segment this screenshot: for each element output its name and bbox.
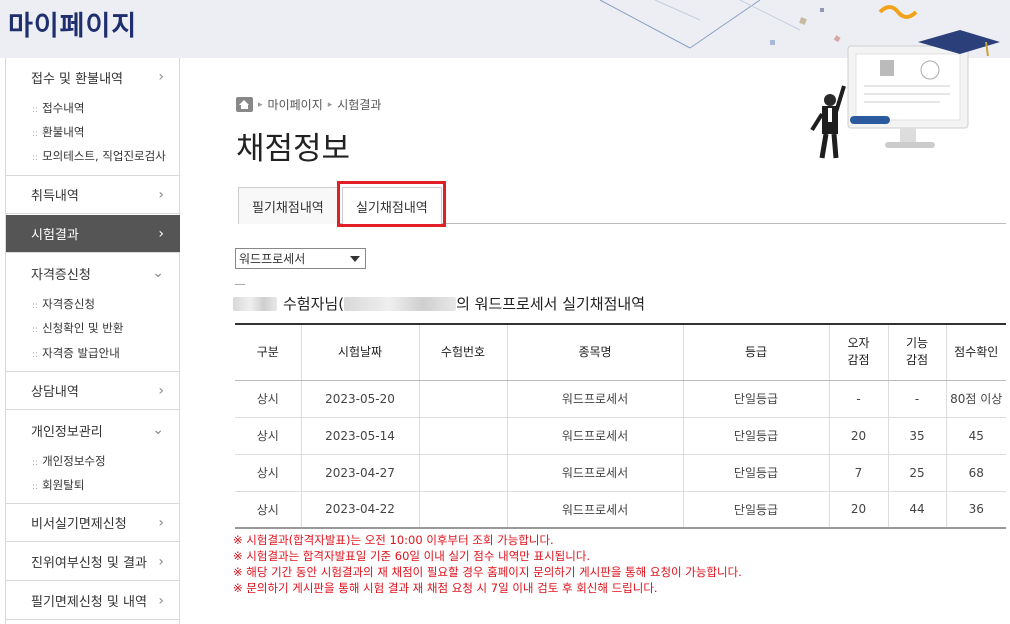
cell-function-deduction: 25: [887, 454, 946, 492]
table-row: 상시 2023-04-22 워드프로세서 단일등급 20 44 36: [235, 491, 1006, 529]
cell-type: 상시: [235, 380, 301, 418]
tab-practical-scores[interactable]: 실기채점내역: [342, 187, 442, 225]
cell-subject: 워드프로세서: [506, 491, 683, 529]
cell-date: 2023-04-27: [300, 454, 419, 492]
sidebar-item-exam-results[interactable]: 시험결과 ›: [6, 215, 180, 253]
home-icon[interactable]: [236, 97, 253, 112]
graduate-illustration: [810, 30, 1000, 159]
tab-label: 실기채점내역: [356, 201, 428, 216]
column-header: 시험날짜: [300, 323, 419, 381]
cell-date: 2023-05-14: [300, 417, 419, 455]
cell-typo-deduction: 7: [828, 454, 888, 492]
breadcrumb-item[interactable]: 시험결과: [337, 96, 381, 113]
candidate-heading-suffix: 의 워드프로세서 실기채점내역: [456, 295, 645, 313]
chevron-right-icon: ›: [158, 225, 164, 242]
cell-function-deduction: -: [887, 380, 946, 418]
cell-subject: 워드프로세서: [506, 380, 683, 418]
cell-typo-deduction: -: [828, 380, 888, 418]
sidebar-item-label: 취득내역: [31, 189, 79, 204]
results-table: 구분 시험날짜 수험번호 종목명 등급 오자 감점 기능 감점 점수확인 상시 …: [235, 323, 1006, 529]
result-tabs: 필기채점내역 실기채점내역: [238, 187, 1006, 225]
cell-grade: 단일등급: [682, 380, 829, 418]
column-header: 구분: [235, 323, 301, 381]
notice-list: ※ 시험결과(합격자발표)는 오전 10:00 이후부터 조회 가능합니다. ※…: [233, 532, 742, 596]
sidebar-divider: [6, 254, 180, 372]
cell-subject: 워드프로세서: [506, 417, 683, 455]
breadcrumb: ▸ 마이페이지 ▸ 시험결과: [236, 96, 381, 113]
cell-exam-number: [418, 454, 507, 492]
notice-item: ※ 문의하기 게시판을 통해 시험 결과 재 채점 요청 시 7일 이내 검토 …: [233, 581, 658, 595]
cell-date: 2023-04-22: [300, 491, 419, 529]
divider: [235, 284, 245, 285]
sidebar-item-secretary-exemption[interactable]: 비서실기면제신청 ›: [6, 504, 180, 542]
page-title: 채점정보: [236, 131, 351, 167]
candidate-heading-label: 수험자님(: [283, 295, 345, 313]
cell-grade: 단일등급: [682, 417, 829, 455]
cell-subject: 워드프로세서: [506, 454, 683, 492]
sidebar-item-label: 상담내역: [31, 385, 79, 400]
breadcrumb-separator-icon: ▸: [258, 99, 263, 110]
column-header: 등급: [682, 323, 829, 381]
breadcrumb-item[interactable]: 마이페이지: [268, 96, 323, 113]
column-header: 수험번호: [418, 323, 507, 381]
sidebar-item-authenticity[interactable]: 진위여부신청 및 결과 ›: [6, 543, 180, 581]
chevron-right-icon: ›: [158, 186, 164, 203]
sidebar-item-label: 비서실기면제신청: [31, 517, 127, 532]
sidebar: 접수 및 환불내역 › :: 접수내역 :: 환불내역 :: 모의테스트, 직업진로검…: [5, 58, 180, 624]
cell-exam-number: [418, 417, 507, 455]
sidebar-divider: [6, 58, 180, 176]
subject-select-value: 워드프로세서: [239, 252, 306, 266]
cell-score: 68: [945, 454, 1006, 492]
notice-item: ※ 시험결과(합격자발표)는 오전 10:00 이후부터 조회 가능합니다.: [233, 533, 554, 547]
dropdown-arrow-icon: [350, 256, 360, 262]
chevron-right-icon: ›: [158, 382, 164, 399]
sidebar-divider: [6, 411, 180, 504]
cell-type: 상시: [235, 454, 301, 492]
page-header-title: 마이페이지: [8, 11, 138, 42]
cell-function-deduction: 35: [887, 417, 946, 455]
breadcrumb-separator-icon: ▸: [327, 99, 333, 110]
cell-score: 45: [945, 417, 1006, 455]
chevron-right-icon: ›: [158, 592, 164, 609]
sidebar-item-label: 필기면제신청 및 내역: [31, 595, 147, 610]
chevron-right-icon: ›: [158, 553, 164, 570]
redacted-id: [344, 296, 457, 311]
notice-item: ※ 시험결과는 합격자발표일 기준 60일 이내 실기 점수 내역만 표시됩니다…: [233, 549, 591, 563]
cell-function-deduction: 44: [887, 491, 946, 529]
candidate-heading: 수험자님( 의 워드프로세서 실기채점내역: [233, 293, 645, 314]
sidebar-item-label: 진위여부신청 및 결과: [31, 556, 147, 571]
sidebar-item-label: 시험결과: [31, 228, 79, 243]
cell-grade: 단일등급: [682, 454, 829, 492]
table-row: 상시 2023-05-20 워드프로세서 단일등급 - - 80점 이상: [235, 380, 1006, 418]
column-header: 점수확인: [945, 323, 1006, 381]
cell-type: 상시: [235, 417, 301, 455]
cell-exam-number: [418, 380, 507, 418]
table-header-row: 구분 시험날짜 수험번호 종목명 등급 오자 감점 기능 감점 점수확인: [235, 323, 1006, 381]
cell-exam-number: [418, 491, 507, 529]
column-header: 기능 감점: [887, 323, 946, 381]
cell-grade: 단일등급: [682, 491, 829, 529]
cell-typo-deduction: 20: [828, 417, 888, 455]
tab-written-scores[interactable]: 필기채점내역: [238, 187, 338, 224]
sidebar-item-consultation[interactable]: 상담내역 ›: [6, 372, 180, 410]
cell-score: 36: [945, 491, 1006, 529]
cell-typo-deduction: 20: [828, 491, 888, 529]
table-row: 상시 2023-04-27 워드프로세서 단일등급 7 25 68: [235, 454, 1006, 492]
cell-score: 80점 이상: [945, 380, 1006, 418]
cell-type: 상시: [235, 491, 301, 529]
table-row: 상시 2023-05-14 워드프로세서 단일등급 20 35 45: [235, 417, 1006, 455]
sidebar-item-written-exemption[interactable]: 필기면제신청 및 내역 ›: [6, 582, 180, 620]
redacted-name: [233, 296, 277, 311]
subject-select[interactable]: 워드프로세서: [235, 248, 366, 269]
tab-label: 필기채점내역: [252, 200, 324, 216]
cell-date: 2023-05-20: [300, 380, 419, 418]
column-header: 종목명: [506, 323, 683, 381]
sidebar-item-acquisitions[interactable]: 취득내역 ›: [6, 176, 180, 214]
notice-item: ※ 해당 기간 동안 시험결과의 재 채점이 필요할 경우 홈페이지 문의하기 …: [233, 565, 742, 579]
column-header: 오자 감점: [828, 323, 888, 381]
chevron-right-icon: ›: [158, 514, 164, 531]
